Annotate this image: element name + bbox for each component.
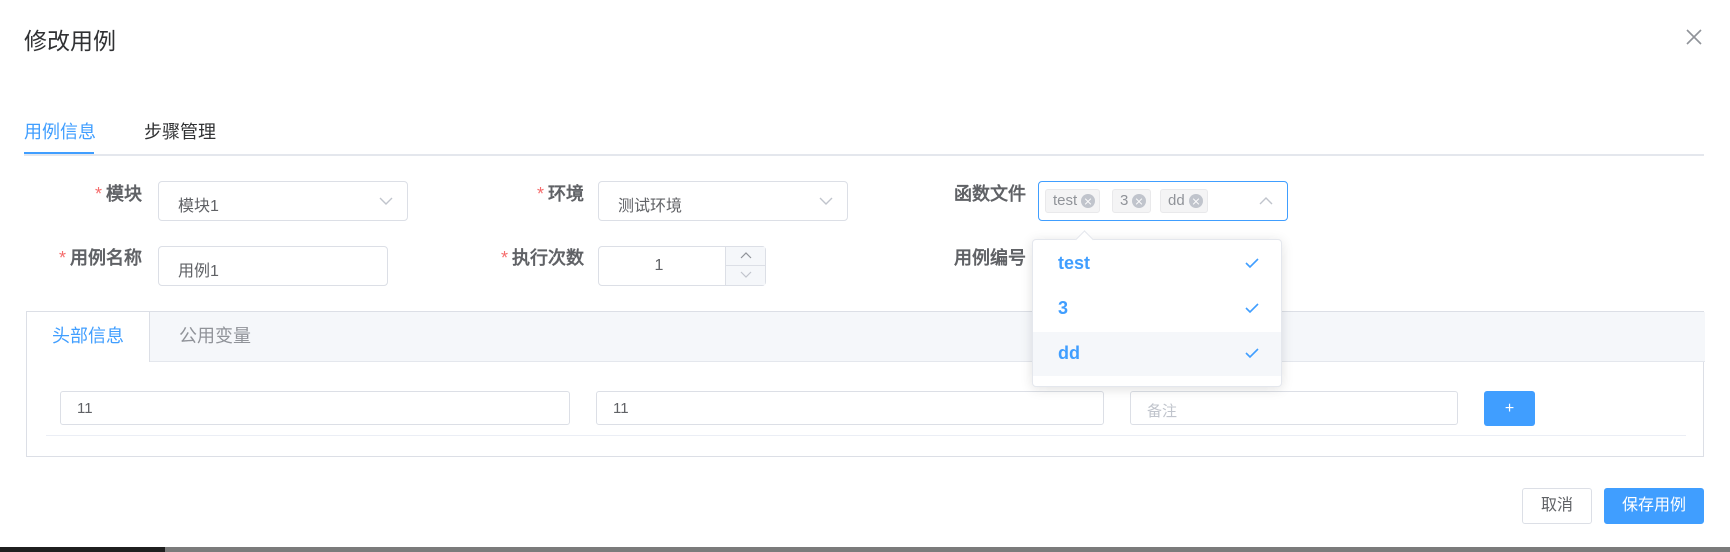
tab-active-indicator bbox=[24, 152, 94, 154]
run-count-label: * 执行次数 bbox=[500, 248, 584, 268]
option-test[interactable]: test bbox=[1033, 242, 1281, 284]
env-value: 测试环境 bbox=[618, 198, 683, 215]
taskbar-strip bbox=[0, 547, 165, 552]
case-name-value: 用例1 bbox=[178, 263, 219, 280]
tag-close-icon[interactable] bbox=[1188, 194, 1203, 208]
header-key-input[interactable]: 11 bbox=[60, 391, 570, 425]
tag-dd: dd bbox=[1160, 189, 1208, 213]
card-tab-bar: 头部信息 公用变量 bbox=[27, 312, 1705, 362]
run-count-stepper[interactable]: 1 bbox=[598, 246, 766, 286]
check-icon bbox=[1245, 303, 1259, 314]
case-no-label: 用例编号 bbox=[954, 248, 1026, 268]
close-icon[interactable] bbox=[1683, 26, 1705, 48]
run-count-value: 1 bbox=[654, 257, 664, 274]
note-input[interactable]: 备注 bbox=[1130, 391, 1458, 425]
chevron-up-icon bbox=[1259, 197, 1273, 205]
add-row-button[interactable]: + bbox=[1484, 391, 1535, 426]
check-icon bbox=[1245, 348, 1259, 359]
func-file-dropdown: test 3 dd bbox=[1032, 230, 1282, 387]
tag-close-icon[interactable] bbox=[1132, 194, 1147, 208]
header-value-value: 11 bbox=[613, 400, 629, 417]
tab-step-manage[interactable]: 步骤管理 bbox=[144, 118, 216, 144]
chevron-down-icon bbox=[740, 271, 752, 278]
module-value: 模块1 bbox=[178, 198, 219, 215]
edit-case-dialog: 修改用例 用例信息 步骤管理 * 模块 模块1 * 环境 测试环境 函数文件 tes… bbox=[0, 0, 1730, 547]
row-divider bbox=[46, 435, 1686, 436]
chevron-down-icon bbox=[819, 197, 833, 205]
tab-public-vars[interactable]: 公用变量 bbox=[154, 312, 276, 362]
decrease-button[interactable] bbox=[725, 266, 765, 285]
main-tabs: 用例信息 步骤管理 bbox=[24, 112, 1704, 156]
case-name-label: * 用例名称 bbox=[58, 248, 142, 268]
func-file-label: 函数文件 bbox=[954, 184, 1026, 204]
module-select[interactable]: 模块1 bbox=[158, 181, 408, 221]
tag-test: test bbox=[1045, 189, 1101, 213]
increase-button[interactable] bbox=[725, 247, 765, 266]
header-value-input[interactable]: 11 bbox=[596, 391, 1104, 425]
option-3[interactable]: 3 bbox=[1033, 287, 1281, 329]
case-name-input[interactable]: 用例1 bbox=[158, 246, 388, 286]
func-file-multiselect[interactable]: test 3 dd bbox=[1038, 181, 1288, 221]
tag-3: 3 bbox=[1112, 189, 1152, 213]
chevron-down-icon bbox=[379, 197, 393, 205]
header-key-value: 11 bbox=[77, 400, 93, 417]
module-label: * 模块 bbox=[94, 184, 142, 204]
check-icon bbox=[1245, 258, 1259, 269]
dialog-title: 修改用例 bbox=[24, 28, 116, 54]
save-case-button[interactable]: 保存用例 bbox=[1604, 488, 1704, 524]
tag-close-icon[interactable] bbox=[1081, 194, 1096, 208]
chevron-up-icon bbox=[740, 252, 752, 259]
env-label: * 环境 bbox=[536, 184, 584, 204]
env-select[interactable]: 测试环境 bbox=[598, 181, 848, 221]
note-placeholder: 备注 bbox=[1147, 403, 1178, 420]
tab-case-info[interactable]: 用例信息 bbox=[24, 118, 96, 144]
tab-header-info[interactable]: 头部信息 bbox=[27, 312, 150, 362]
cancel-button[interactable]: 取消 bbox=[1522, 488, 1592, 524]
option-dd[interactable]: dd bbox=[1033, 332, 1281, 376]
